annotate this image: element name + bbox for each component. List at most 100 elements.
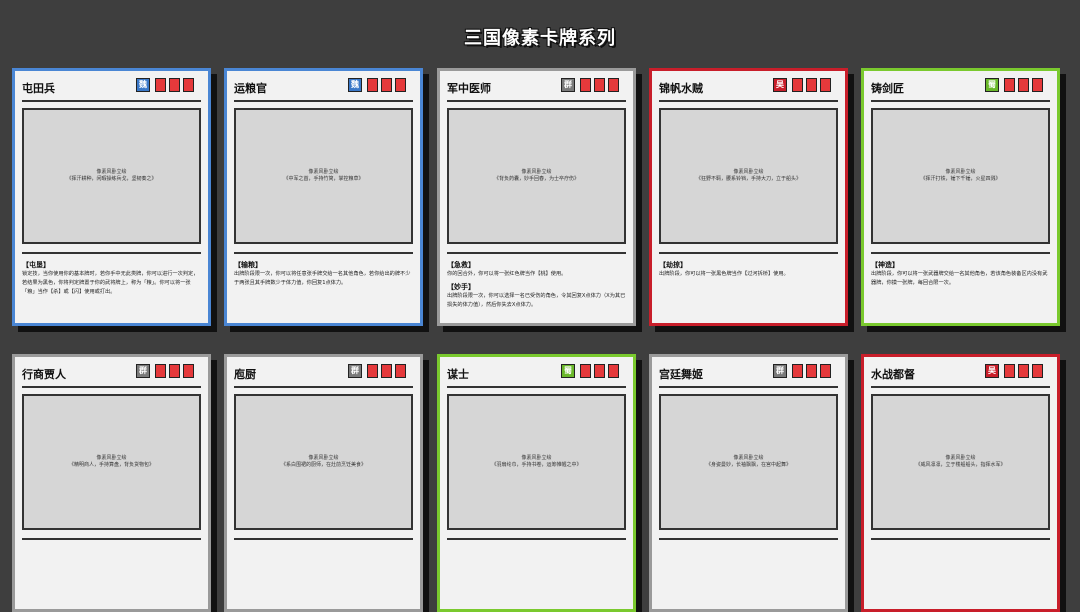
health-pip	[395, 364, 406, 378]
card-art-placeholder: 像素风卧立绘 《背负药囊，妙手回春，为士卒疗伤》	[447, 108, 626, 244]
art-label: 像素风卧立绘	[308, 169, 339, 175]
card-name: 军中医师	[447, 82, 491, 95]
faction-badge: 魏	[136, 78, 150, 92]
skill-list: 【劫掠】 出牌阶段，你可以将一张黑色牌当作【过河拆桥】使用。	[659, 260, 838, 282]
header-divider	[659, 386, 838, 388]
unit-card[interactable]: 运粮官 魏 像素风卧立绘 《中军之首，手持竹简，掌控粮草》 【输粮】 出牌阶段限一次…	[224, 68, 423, 326]
health-pip	[820, 78, 831, 92]
skill-divider	[871, 538, 1050, 540]
skill-text: 锁定技，当你使用你的基本牌时，若你手中无此类牌，你可以进行一次判定，若结果为黑色…	[22, 271, 199, 295]
card-name: 行商贾人	[22, 368, 66, 381]
skill-text: 出牌阶段限一次，你可以将任意张手牌交给一名其他角色，若你给出的牌不少于两张且其手…	[234, 271, 411, 286]
health-pip	[367, 78, 378, 92]
health-pip	[792, 78, 803, 92]
art-label: 像素风卧立绘	[308, 455, 339, 461]
health-pip	[381, 364, 392, 378]
art-description: 《挥汗耕种，闲暇操练兵戈，坚韧奏之》	[66, 176, 157, 182]
art-description: 《背负药囊，妙手回春，为士卒疗伤》	[493, 176, 579, 182]
skill-list: 【神造】出牌阶段，你可以将一张武器牌交给一名其他角色，若该角色装备区内没有武器牌…	[871, 260, 1050, 291]
health-pip	[169, 78, 180, 92]
unit-card[interactable]: 行商贾人 群 像素风卧立绘 《精明商人，手持算盘，背负货物包》	[12, 354, 211, 612]
card-art-placeholder: 像素风卧立绘 《身姿曼妙，长袖飘飘，在宫中起舞》	[659, 394, 838, 530]
health-pip	[1018, 78, 1029, 92]
unit-card[interactable]: 水战都督 吴 像素风卧立绘 《威风凛凛，立于楼船船头，指挥水军》	[861, 354, 1060, 612]
health-pip	[395, 78, 406, 92]
skill-divider	[447, 538, 626, 540]
skill-name: 【劫掠】	[659, 261, 687, 269]
health-pip	[381, 78, 392, 92]
skill-divider	[22, 252, 201, 254]
health-pip	[594, 364, 605, 378]
header-divider	[447, 386, 626, 388]
health-pip	[183, 364, 194, 378]
card-name: 宫廷舞姬	[659, 368, 703, 381]
skill-name: 【妙手】	[447, 283, 475, 291]
health-pip	[1018, 364, 1029, 378]
art-label: 像素风卧立绘	[521, 169, 552, 175]
card-art-placeholder: 像素风卧立绘 《羽扇纶巾，手持书卷，运筹帷幄之中》	[447, 394, 626, 530]
skill-text: 出牌阶段限一次，你可以选择一名已受伤的角色，令其回复X点体力（X为其已损失的体力…	[447, 293, 626, 308]
art-label: 像素风卧立绘	[733, 455, 764, 461]
faction-badge: 群	[348, 364, 362, 378]
skill-list: 【屯垦】锁定技，当你使用你的基本牌时，若你手中无此类牌，你可以进行一次判定，若结…	[22, 260, 201, 300]
art-label: 像素风卧立绘	[521, 455, 552, 461]
unit-card[interactable]: 庖厨 群 像素风卧立绘 《系白围裙的厨师，在灶前烹饪美食》	[224, 354, 423, 612]
skill-name: 【神造】	[871, 261, 899, 269]
skill-text: 出牌阶段，你可以将一张武器牌交给一名其他角色，若该角色装备区内没有武器牌，你摸一…	[871, 271, 1048, 286]
health-pip	[367, 364, 378, 378]
health-pip	[1004, 78, 1015, 92]
header-divider	[447, 100, 626, 102]
skill-list: 【输粮】 出牌阶段限一次，你可以将任意张手牌交给一名其他角色，若你给出的牌不少于两…	[234, 260, 413, 291]
art-description: 《羽扇纶巾，手持书卷，运筹帷幄之中》	[491, 462, 582, 468]
card-name: 锦帆水贼	[659, 82, 703, 95]
unit-card[interactable]: 军中医师 群 像素风卧立绘 《背负药囊，妙手回春，为士卒疗伤》 【急救】 你的回合外…	[437, 68, 636, 326]
unit-card[interactable]: 屯田兵 魏 像素风卧立绘 《挥汗耕种，闲暇操练兵戈，坚韧奏之》 【屯垦】锁定技，当…	[12, 68, 211, 326]
skill-divider	[659, 538, 838, 540]
art-description: 《狂野不羁，腰系铃铛，手持大刀，立于船头》	[695, 176, 801, 182]
unit-card[interactable]: 宫廷舞姬 群 像素风卧立绘 《身姿曼妙，长袖飘飘，在宫中起舞》	[649, 354, 848, 612]
skill-list: 【急救】 你的回合外，你可以将一张红色牌当作【桃】使用。 【妙手】 出牌阶段限一次，你…	[447, 260, 626, 313]
health-pip	[155, 78, 166, 92]
skill-divider	[447, 252, 626, 254]
unit-card[interactable]: 锦帆水贼 吴 像素风卧立绘 《狂野不羁，腰系铃铛，手持大刀，立于船头》 【劫掠】出…	[649, 68, 848, 326]
card-art-placeholder: 像素风卧立绘 《精明商人，手持算盘，背负货物包》	[22, 394, 201, 530]
health-pip	[806, 364, 817, 378]
health-pip	[594, 78, 605, 92]
faction-badge: 蜀	[985, 78, 999, 92]
card-name: 水战都督	[871, 368, 915, 381]
card-art-placeholder: 像素风卧立绘 《中军之首，手持竹简，掌控粮草》	[234, 108, 413, 244]
header-divider	[22, 100, 201, 102]
faction-badge: 吴	[773, 78, 787, 92]
card-art-placeholder: 像素风卧立绘 《威风凛凛，立于楼船船头，指挥水军》	[871, 394, 1050, 530]
skill-name: 【屯垦】	[22, 261, 50, 269]
unit-card[interactable]: 谋士 蜀 像素风卧立绘 《羽扇纶巾，手持书卷，运筹帷幄之中》	[437, 354, 636, 612]
skill-divider	[22, 538, 201, 540]
health-pip	[608, 78, 619, 92]
health-pip	[580, 364, 591, 378]
health-pip	[155, 364, 166, 378]
skill-divider	[234, 252, 413, 254]
health-pip	[608, 364, 619, 378]
card-name: 屯田兵	[22, 82, 55, 95]
faction-badge: 蜀	[561, 364, 575, 378]
header-divider	[22, 386, 201, 388]
unit-card[interactable]: 铸剑匠 蜀 像素风卧立绘 《挥汗打铁，锤下千锤，火星四溅》 【神造】出牌阶段，你可…	[861, 68, 1060, 326]
art-label: 像素风卧立绘	[733, 169, 764, 175]
art-label: 像素风卧立绘	[945, 455, 976, 461]
health-pip	[169, 364, 180, 378]
skill-text: 你的回合外，你可以将一张红色牌当作【桃】使用。	[447, 271, 567, 277]
art-description: 《身姿曼妙，长袖飘飘，在宫中起舞》	[705, 462, 791, 468]
card-name: 谋士	[447, 368, 469, 381]
art-label: 像素风卧立绘	[96, 169, 127, 175]
skill-divider	[234, 538, 413, 540]
card-name: 铸剑匠	[871, 82, 904, 95]
health-pip	[1032, 364, 1043, 378]
skill-divider	[659, 252, 838, 254]
card-art-placeholder: 像素风卧立绘 《挥汗打铁，锤下千锤，火星四溅》	[871, 108, 1050, 244]
art-description: 《挥汗打铁，锤下千锤，火星四溅》	[920, 176, 1001, 182]
faction-badge: 群	[136, 364, 150, 378]
art-description: 《威风凛凛，立于楼船船头，指挥水军》	[915, 462, 1006, 468]
card-name: 运粮官	[234, 82, 267, 95]
health-pip	[1004, 364, 1015, 378]
art-description: 《精明商人，手持算盘，背负货物包》	[68, 462, 154, 468]
